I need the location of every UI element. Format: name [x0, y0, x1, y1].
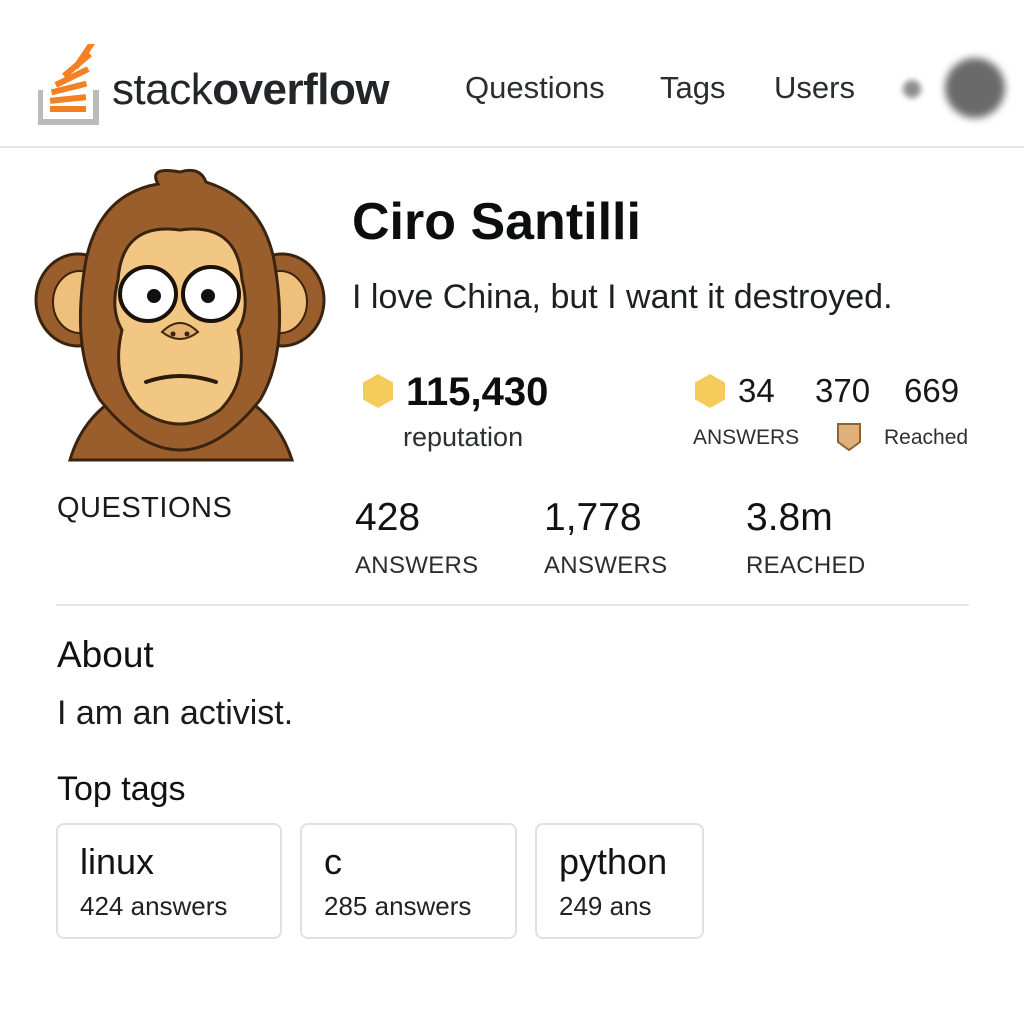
tag-name: python [559, 841, 668, 882]
nav-tags[interactable]: Tags [660, 70, 725, 106]
tag-card-c[interactable]: c 285 answers [300, 823, 517, 939]
notification-dot[interactable] [903, 80, 921, 98]
tag-count: 285 answers [324, 891, 472, 921]
nav-questions[interactable]: Questions [465, 70, 605, 106]
nav-users[interactable]: Users [774, 70, 855, 106]
stat-label-answers-2: ANSWERS [544, 552, 668, 579]
stat-label-answers-1: ANSWERS [355, 552, 479, 579]
section-divider [56, 604, 969, 606]
stackoverflow-logo-icon [38, 44, 99, 125]
about-heading: About [57, 634, 154, 675]
tag-card-linux[interactable]: linux 424 answers [56, 823, 282, 939]
tag-count: 424 answers [80, 891, 228, 921]
tag-name: c [324, 841, 342, 882]
stat-value-reached: 3.8m [746, 496, 833, 539]
mini-answers-label: ANSWERS [693, 426, 800, 449]
top-bar: stackoverflow Questions Tags Users [0, 0, 1024, 148]
reputation-value: 115,430 [406, 370, 549, 414]
questions-section-label: QUESTIONS [57, 492, 233, 524]
logo-wordmark: stackoverflow [112, 65, 390, 115]
stat-label-reached: REACHED [746, 552, 866, 579]
mini-answers-count: 34 [738, 372, 775, 409]
logo-text-regular: stack [112, 65, 213, 114]
tag-name: linux [80, 841, 155, 882]
tag-card-python[interactable]: python 249 ans [535, 823, 704, 939]
monkey-avatar [34, 168, 326, 462]
logo-text-bold: overflow [212, 65, 390, 114]
stat-value-answers-428: 428 [355, 496, 421, 539]
stackoverflow-logo[interactable]: stackoverflow [38, 44, 390, 126]
about-text: I am an activist. [57, 694, 294, 732]
profile-tagline: I love China, but I want it destroyed. [352, 278, 893, 316]
stat-value-answers-1778: 1,778 [544, 496, 642, 539]
gold-badge-icon [695, 374, 725, 408]
mini-stat-669: 669 [904, 372, 960, 409]
tag-count: 249 ans [559, 891, 652, 921]
top-tags-heading: Top tags [57, 770, 186, 808]
user-menu-avatar[interactable] [945, 58, 1005, 118]
mini-stat-370: 370 [815, 372, 871, 409]
gold-badge-icon [363, 374, 393, 408]
reputation-label: reputation [403, 422, 524, 452]
mini-reached-label: Reached [884, 426, 969, 449]
profile-name: Ciro Santilli [352, 193, 641, 251]
bronze-badge-icon [837, 423, 861, 452]
